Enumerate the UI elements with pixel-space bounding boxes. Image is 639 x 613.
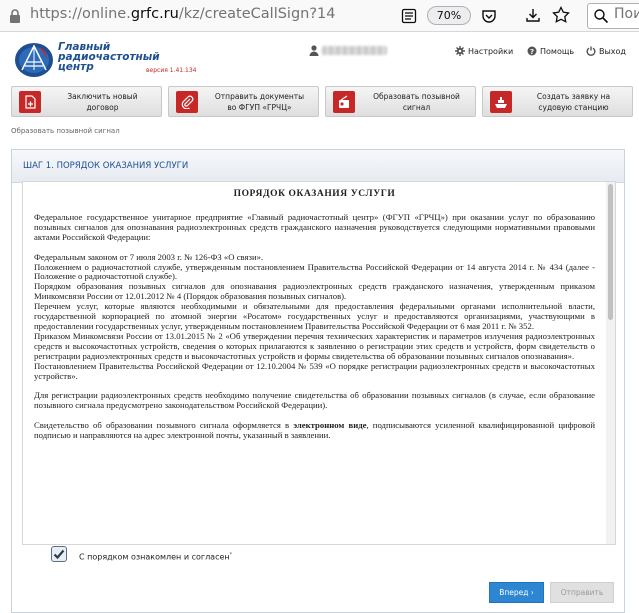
step-header: ШАГ 1. ПОРЯДОК ОКАЗАНИЯ УСЛУГИ	[12, 150, 624, 183]
search-placeholder: Поиск	[614, 6, 639, 22]
agree-label[interactable]: С порядком ознакомлен и согласен*	[79, 552, 232, 562]
act-item: Постановлением Правительства Российской …	[34, 360, 595, 381]
help-link[interactable]: ? Помощь	[527, 46, 574, 56]
terms-content: ПОРЯДОК ОКАЗАНИЯ УСЛУГИ Федеральное госу…	[34, 188, 595, 441]
intro-paragraph: Федеральное государственное унитарное пр…	[34, 211, 595, 242]
next-button[interactable]: Вперед ›	[489, 582, 544, 603]
power-icon	[586, 46, 596, 56]
document-title: ПОРЯДОК ОКАЗАНИЯ УСЛУГИ	[233, 189, 396, 199]
settings-label: Настройки	[468, 46, 514, 56]
breadcrumb: Образовать позывной сигнал	[11, 127, 120, 135]
grfc-logo[interactable]	[14, 40, 58, 78]
act-item: Порядком образования позывных сигналов д…	[34, 281, 595, 302]
step-panel: ШАГ 1. ПОРЯДОК ОКАЗАНИЯ УСЛУГИ ПОРЯДОК О…	[11, 149, 625, 613]
send-documents-button[interactable]: Отправить документы во ФГУП «ГРЧЦ»	[168, 86, 319, 117]
ship-icon	[494, 96, 507, 108]
send-button[interactable]: Отправить	[550, 582, 614, 603]
step-title: ШАГ 1. ПОРЯДОК ОКАЗАНИЯ УСЛУГИ	[23, 161, 189, 171]
checkmark-icon	[53, 549, 65, 560]
paperclip-icon	[181, 95, 193, 109]
act-item: Приказом Минкомсвязи России от 13.01.201…	[34, 330, 595, 361]
create-callsign-button[interactable]: Образовать позывной сигнал	[325, 86, 476, 117]
act-item: Положением о радиочастотной службе, утве…	[34, 261, 595, 282]
reader-view-icon[interactable]	[401, 8, 417, 24]
logout-link[interactable]: Выход	[586, 46, 626, 56]
registration-paragraph: Для регистрации радиоэлектронных средств…	[34, 390, 595, 411]
scrollbar-thumb[interactable]	[608, 184, 613, 320]
act-item: Перечнем услуг, которые являются необход…	[34, 301, 595, 331]
help-label: Помощь	[540, 46, 575, 56]
new-document-icon	[24, 94, 36, 109]
document-scrollbar[interactable]	[606, 182, 615, 544]
settings-link[interactable]: Настройки	[455, 46, 513, 56]
radio-icon	[338, 95, 349, 108]
lock-icon[interactable]	[8, 8, 22, 24]
version-label: версия 1.41.134	[146, 67, 197, 74]
user-name-blurred	[322, 46, 387, 55]
address-bar[interactable]: https://online.grfc.ru/kz/createCallSign…	[30, 6, 336, 22]
terms-document[interactable]: ПОРЯДОК ОКАЗАНИЯ УСЛУГИ Федеральное госу…	[22, 181, 616, 545]
agree-checkbox[interactable]	[51, 546, 67, 562]
certificate-paragraph: Свидетельство об образовании позывного с…	[34, 420, 596, 441]
download-icon[interactable]	[525, 7, 541, 23]
search-icon	[594, 9, 609, 24]
zoom-level-button[interactable]: 70%	[427, 6, 471, 25]
svg-text:?: ?	[530, 48, 534, 56]
user-icon	[309, 45, 319, 56]
logout-label: Выход	[599, 46, 626, 56]
bookmark-star-icon[interactable]	[552, 6, 570, 24]
ship-station-request-button[interactable]: Создать заявку на судовую станцию	[482, 86, 633, 117]
gear-icon	[455, 46, 465, 56]
new-contract-button[interactable]: Заключить новый договор	[11, 86, 162, 117]
help-icon: ?	[527, 46, 537, 56]
pocket-icon[interactable]	[481, 8, 497, 24]
